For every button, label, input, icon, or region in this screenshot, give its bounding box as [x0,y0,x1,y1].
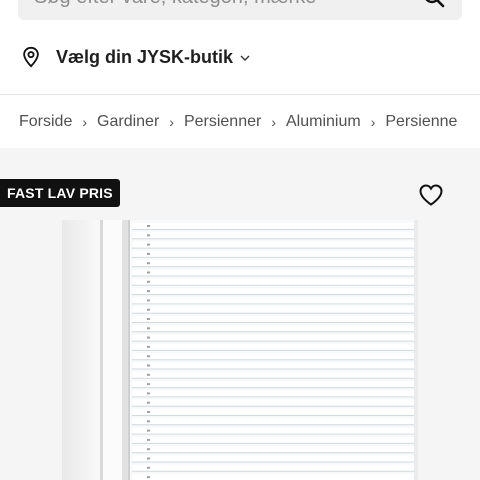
blind-slat [132,455,416,462]
blind-slat [132,223,416,229]
blind-slat [132,325,416,332]
divider [0,94,480,95]
breadcrumb-item-aluminium[interactable]: Aluminium [286,113,361,131]
location-pin-icon [23,46,39,68]
blind-slat [132,464,416,471]
blind-cord-hole [147,420,150,423]
blind-cord-hole [147,225,150,227]
blind-slat [132,418,416,425]
blind-cord-hole [147,383,150,386]
blind-slat [132,446,416,453]
chevron-right-icon: › [169,114,174,130]
blind-slat [132,260,416,267]
blind-cord-hole [147,299,150,302]
blind-slat [132,232,416,239]
blind-slat [132,288,416,295]
blind-slat [132,353,416,360]
blind-cord-hole [147,271,150,274]
blind-cord-hole [147,308,150,311]
blind-cord-hole [147,476,150,479]
blind-cord-hole [147,364,150,367]
blind-slat [132,241,416,248]
heart-icon[interactable] [418,183,444,207]
blind-slat [132,381,416,388]
blind-slat [132,306,416,313]
blind-cord-hole [147,262,150,265]
blind-slat [132,474,416,480]
blind-slat [132,371,416,378]
blind-slat [132,278,416,285]
blind-slat [132,399,416,406]
blind-slat [132,316,416,322]
search-icon[interactable] [422,0,446,9]
chevron-right-icon: › [370,114,376,130]
blind-cord-hole [147,234,150,237]
blind-slat [132,250,416,257]
blind-cord-hole [147,290,150,293]
blind-slat [132,390,416,397]
price-badge: FAST LAV PRIS [0,179,120,207]
product-image[interactable] [62,220,418,480]
blind-cord-hole [147,466,150,469]
breadcrumb-item-forside[interactable]: Forside [19,113,72,131]
blind-slat [132,362,416,369]
search-bar[interactable]: Søg efter vare, kategori, mærke [18,0,462,20]
blind-cord-hole [147,327,150,330]
breadcrumb: Forside › Gardiner › Persienner › Alumin… [0,104,480,140]
store-selector-label: Vælg din JYSK-butik [56,46,234,67]
blind-slat [132,343,416,350]
blind-cord-hole [147,401,150,404]
store-selector[interactable]: Vælg din JYSK-butik [0,40,480,74]
blind-cord-hole [147,243,150,246]
blind-cord-hole [147,438,150,441]
blind-cord-hole [147,345,150,348]
blind-cord-hole [147,318,150,320]
blind-cord-hole [147,336,150,339]
blind-cord-hole [147,355,150,358]
breadcrumb-item-gardiner[interactable]: Gardiner [97,113,159,131]
blind-cord-hole [147,429,150,432]
blind-cord-hole [147,392,150,395]
chevron-right-icon: › [271,114,276,130]
blind-slat [132,409,416,415]
blind-cord-hole [147,457,150,460]
chevron-right-icon: › [82,114,88,130]
blind-slat [132,334,416,341]
breadcrumb-item-persienner[interactable]: Persienner [184,113,261,131]
blind-cord-hole [147,280,150,283]
blind-slat [132,436,416,443]
blind-slat [132,297,416,304]
blind-cord-hole [147,411,150,413]
search-placeholder: Søg efter vare, kategori, mærke [34,0,414,9]
blind-cord-hole [147,373,150,376]
blind-cord-hole [147,252,150,255]
blind-slat [132,427,416,434]
blind-cord-hole [147,448,150,451]
breadcrumb-item-current: Persienne [385,113,458,130]
blind-slat [132,269,416,276]
chevron-down-icon [240,55,250,61]
